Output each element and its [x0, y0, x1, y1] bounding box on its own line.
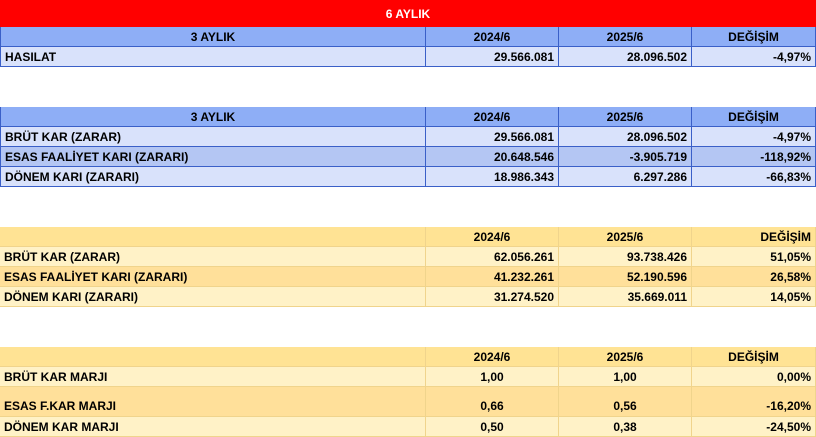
table-row: ESAS F.KAR MARJI 0,66 0,56 -16,20% — [0, 387, 816, 417]
table2-header-2024[interactable]: 2024/6 — [426, 107, 559, 127]
cell-2024[interactable]: 41.232.261 — [426, 267, 559, 287]
cell-change[interactable]: -66,83% — [692, 167, 816, 187]
cell-2025[interactable]: 52.190.596 — [559, 267, 692, 287]
cell-change[interactable]: 51,05% — [692, 247, 816, 267]
table2-header-change[interactable]: DEĞİŞİM — [692, 107, 816, 127]
table2-header-row: 3 AYLIK 2024/6 2025/6 DEĞİŞİM — [0, 107, 816, 127]
table1-header-label[interactable]: 3 AYLIK — [0, 27, 426, 47]
cell-2025[interactable]: -3.905.719 — [559, 147, 692, 167]
cell-2024[interactable]: 20.648.546 — [426, 147, 559, 167]
cell-2024[interactable]: 0,66 — [426, 387, 559, 417]
cell-2025[interactable]: 6.297.286 — [559, 167, 692, 187]
cell-2025[interactable]: 0,38 — [559, 417, 692, 437]
row-label[interactable]: DÖNEM KARI (ZARARI) — [0, 287, 426, 307]
table4-header-row: 2024/6 2025/6 DEĞİŞİM — [0, 347, 816, 367]
table4-header-2024[interactable]: 2024/6 — [426, 347, 559, 367]
sheet-title-bar: 6 AYLIK — [0, 0, 816, 27]
table1-header-2024[interactable]: 2024/6 — [426, 27, 559, 47]
table2-header-label[interactable]: 3 AYLIK — [0, 107, 426, 127]
row-label[interactable]: BRÜT KAR MARJI — [0, 367, 426, 387]
table3-header-2025[interactable]: 2025/6 — [559, 227, 692, 247]
table2-header-2025[interactable]: 2025/6 — [559, 107, 692, 127]
cell-change[interactable]: -24,50% — [692, 417, 816, 437]
table3-header-change[interactable]: DEĞİŞİM — [692, 227, 816, 247]
cell-2025[interactable]: 35.669.011 — [559, 287, 692, 307]
cell-2025[interactable]: 28.096.502 — [559, 47, 692, 67]
table-row: DÖNEM KARI (ZARARI) 18.986.343 6.297.286… — [0, 167, 816, 187]
cell-change[interactable]: 26,58% — [692, 267, 816, 287]
cell-2024[interactable]: 0,50 — [426, 417, 559, 437]
table4-header-2025[interactable]: 2025/6 — [559, 347, 692, 367]
cell-change[interactable]: 0,00% — [692, 367, 816, 387]
table-row: BRÜT KAR MARJI 1,00 1,00 0,00% — [0, 367, 816, 387]
table4-header-label[interactable] — [0, 347, 426, 367]
cell-2024[interactable]: 1,00 — [426, 367, 559, 387]
sheet-title: 6 AYLIK — [385, 6, 431, 21]
row-label[interactable]: ESAS FAALİYET KARI (ZARARI) — [0, 267, 426, 287]
cell-2025[interactable]: 1,00 — [559, 367, 692, 387]
cell-2025[interactable]: 0,56 — [559, 387, 692, 417]
table4-header-change[interactable]: DEĞİŞİM — [692, 347, 816, 367]
cell-change[interactable]: 14,05% — [692, 287, 816, 307]
table-row: DÖNEM KAR MARJI 0,50 0,38 -24,50% — [0, 417, 816, 437]
table-row: ESAS FAALİYET KARI (ZARARI) 41.232.261 5… — [0, 267, 816, 287]
table-row: ESAS FAALİYET KARI (ZARARI) 20.648.546 -… — [0, 147, 816, 167]
table1-header-row: 3 AYLIK 2024/6 2025/6 DEĞİŞİM — [0, 27, 816, 47]
cell-change[interactable]: -118,92% — [692, 147, 816, 167]
table1-header-change[interactable]: DEĞİŞİM — [692, 27, 816, 47]
row-label[interactable]: BRÜT KAR (ZARAR) — [0, 247, 426, 267]
table3-header-2024[interactable]: 2024/6 — [426, 227, 559, 247]
cell-2024[interactable]: 18.986.343 — [426, 167, 559, 187]
cell-change[interactable]: -16,20% — [692, 387, 816, 417]
table3-header-label[interactable] — [0, 227, 426, 247]
cell-2024[interactable]: 29.566.081 — [426, 47, 559, 67]
row-label[interactable]: DÖNEM KARI (ZARARI) — [0, 167, 426, 187]
cell-2024[interactable]: 29.566.081 — [426, 127, 559, 147]
row-label[interactable]: ESAS FAALİYET KARI (ZARARI) — [0, 147, 426, 167]
table3-header-row: 2024/6 2025/6 DEĞİŞİM — [0, 227, 816, 247]
cell-2024[interactable]: 62.056.261 — [426, 247, 559, 267]
cell-2025[interactable]: 93.738.426 — [559, 247, 692, 267]
row-label[interactable]: BRÜT KAR (ZARAR) — [0, 127, 426, 147]
cell-2024[interactable]: 31.274.520 — [426, 287, 559, 307]
table-row: DÖNEM KARI (ZARARI) 31.274.520 35.669.01… — [0, 287, 816, 307]
table-row: BRÜT KAR (ZARAR) 62.056.261 93.738.426 5… — [0, 247, 816, 267]
cell-change[interactable]: -4,97% — [692, 47, 816, 67]
table-row: BRÜT KAR (ZARAR) 29.566.081 28.096.502 -… — [0, 127, 816, 147]
row-label[interactable]: DÖNEM KAR MARJI — [0, 417, 426, 437]
cell-2025[interactable]: 28.096.502 — [559, 127, 692, 147]
cell-change[interactable]: -4,97% — [692, 127, 816, 147]
table1-header-2025[interactable]: 2025/6 — [559, 27, 692, 47]
row-label[interactable]: HASILAT — [0, 47, 426, 67]
table-row: HASILAT 29.566.081 28.096.502 -4,97% — [0, 47, 816, 67]
row-label[interactable]: ESAS F.KAR MARJI — [0, 387, 426, 417]
